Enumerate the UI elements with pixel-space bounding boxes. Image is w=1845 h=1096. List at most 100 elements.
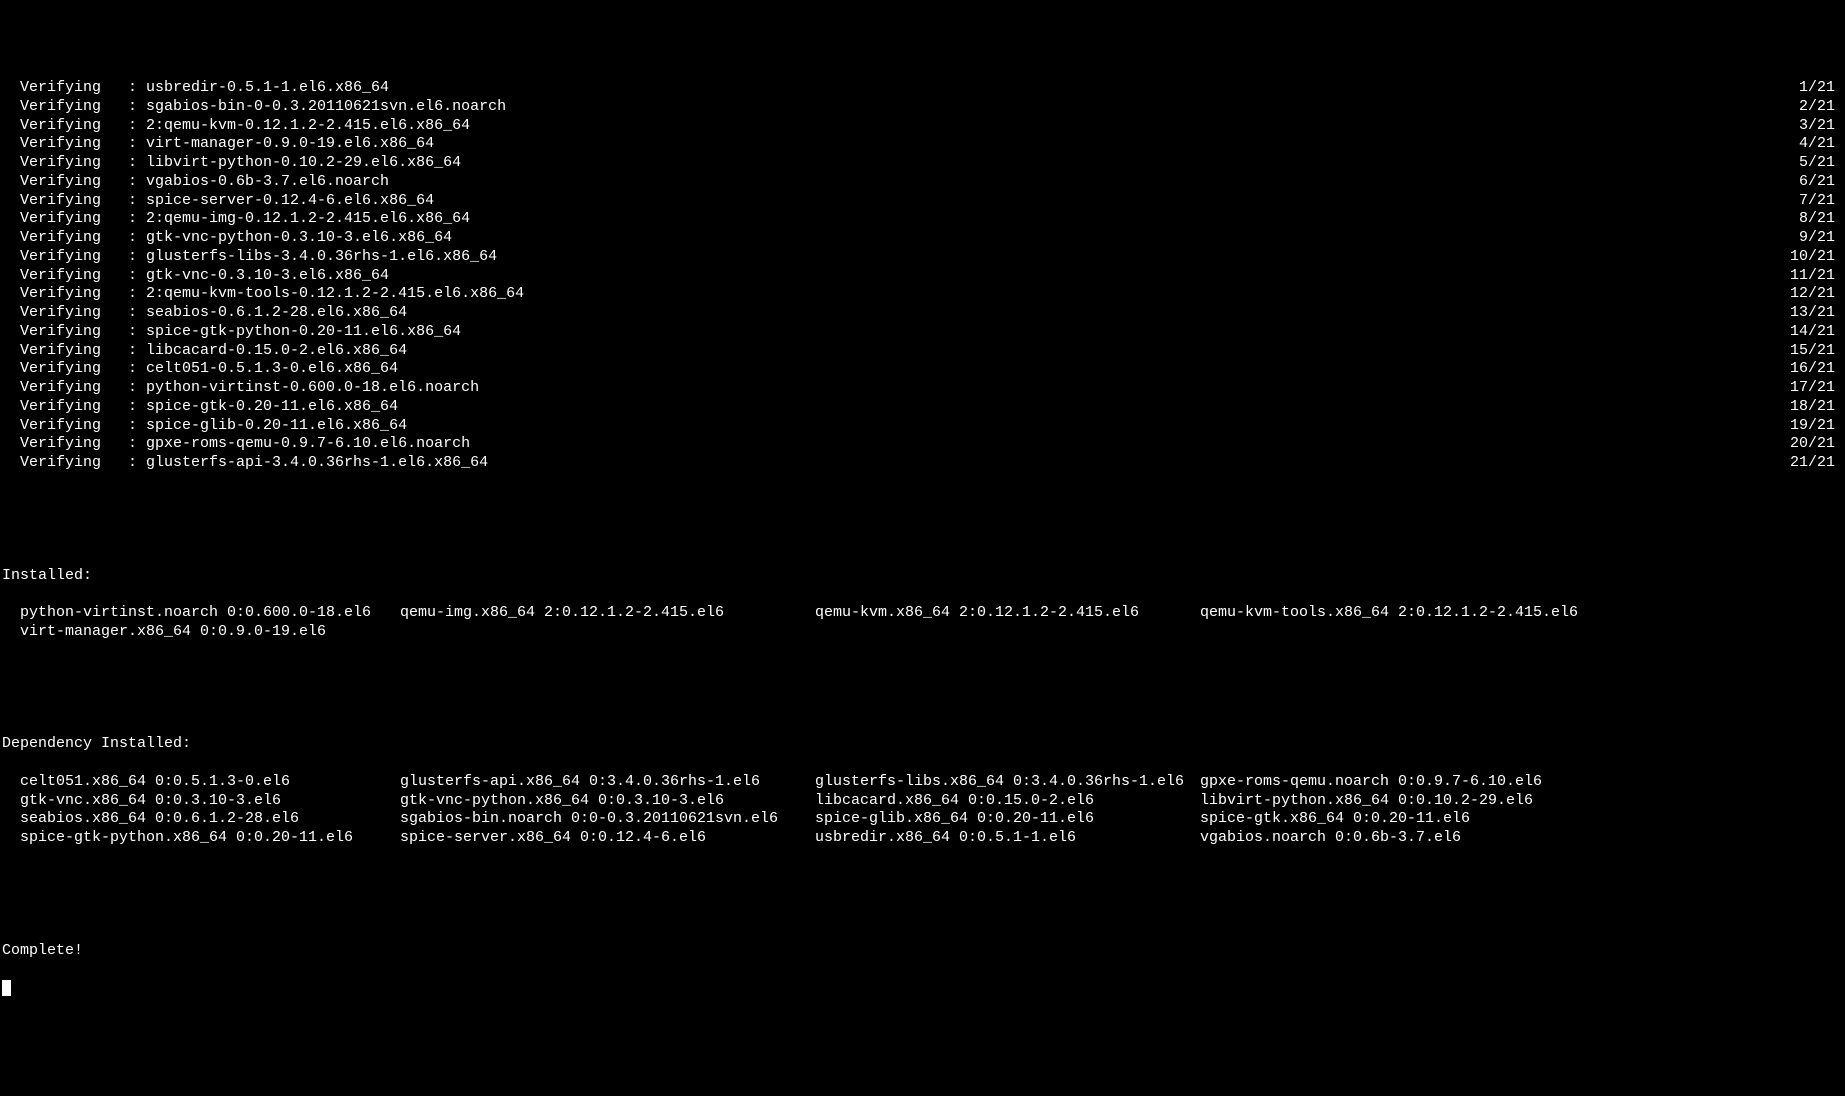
cursor-icon — [2, 980, 11, 996]
verify-line: Verifying : 2:qemu-img-0.12.1.2-2.415.el… — [2, 210, 1843, 229]
installed-row: python-virtinst.noarch 0:0.600.0-18.el6 q… — [2, 604, 1843, 623]
verify-counter: 10/21 — [1790, 248, 1843, 267]
verify-package: Verifying : glusterfs-api-3.4.0.36rhs-1.… — [2, 454, 488, 473]
package-cell: spice-gtk.x86_64 0:0.20-11.el6 — [1182, 810, 1843, 829]
dependency-row: spice-gtk-python.x86_64 0:0.20-11.el6spi… — [2, 829, 1843, 848]
verify-package: Verifying : gtk-vnc-0.3.10-3.el6.x86_64 — [2, 267, 389, 286]
verify-package: Verifying : gtk-vnc-python-0.3.10-3.el6.… — [2, 229, 452, 248]
verify-package: Verifying : celt051-0.5.1.3-0.el6.x86_64 — [2, 360, 398, 379]
package-cell: vgabios.noarch 0:0.6b-3.7.el6 — [1182, 829, 1843, 848]
installed-row: virt-manager.x86_64 0:0.9.0-19.el6 — [2, 623, 1843, 642]
package-cell: usbredir.x86_64 0:0.5.1-1.el6 — [797, 829, 1182, 848]
verify-line: Verifying : vgabios-0.6b-3.7.el6.noarch 6… — [2, 173, 1843, 192]
package-cell: glusterfs-api.x86_64 0:3.4.0.36rhs-1.el6 — [382, 773, 797, 792]
verify-package: Verifying : spice-gtk-python-0.20-11.el6… — [2, 323, 461, 342]
verify-block: Verifying : usbredir-0.5.1-1.el6.x86_64 1… — [2, 79, 1843, 473]
verify-package: Verifying : glusterfs-libs-3.4.0.36rhs-1… — [2, 248, 497, 267]
verify-line: Verifying : python-virtinst-0.600.0-18.e… — [2, 379, 1843, 398]
package-cell: celt051.x86_64 0:0.5.1.3-0.el6 — [2, 773, 382, 792]
verify-counter: 16/21 — [1790, 360, 1843, 379]
verify-package: Verifying : 2:qemu-img-0.12.1.2-2.415.el… — [2, 210, 470, 229]
blank-line — [2, 679, 1843, 698]
package-cell: qemu-kvm-tools.x86_64 2:0.12.1.2-2.415.e… — [1182, 604, 1843, 623]
verify-counter: 6/21 — [1799, 173, 1843, 192]
dependency-row: gtk-vnc.x86_64 0:0.3.10-3.el6gtk-vnc-pyt… — [2, 792, 1843, 811]
package-cell: gpxe-roms-qemu.noarch 0:0.9.7-6.10.el6 — [1182, 773, 1843, 792]
verify-counter: 1/21 — [1799, 79, 1843, 98]
verify-counter: 3/21 — [1799, 117, 1843, 136]
verify-line: Verifying : celt051-0.5.1.3-0.el6.x86_64… — [2, 360, 1843, 379]
verify-line: Verifying : spice-gtk-python-0.20-11.el6… — [2, 323, 1843, 342]
dependency-installed-block: celt051.x86_64 0:0.5.1.3-0.el6glusterfs-… — [2, 773, 1843, 848]
package-cell: seabios.x86_64 0:0.6.1.2-28.el6 — [2, 810, 382, 829]
verify-package: Verifying : libvirt-python-0.10.2-29.el6… — [2, 154, 461, 173]
verify-package: Verifying : gpxe-roms-qemu-0.9.7-6.10.el… — [2, 435, 470, 454]
verify-package: Verifying : vgabios-0.6b-3.7.el6.noarch — [2, 173, 389, 192]
dependency-installed-header: Dependency Installed: — [2, 735, 1843, 754]
verify-counter: 2/21 — [1799, 98, 1843, 117]
verify-line: Verifying : spice-gtk-0.20-11.el6.x86_64… — [2, 398, 1843, 417]
package-cell: gtk-vnc-python.x86_64 0:0.3.10-3.el6 — [382, 792, 797, 811]
verify-counter: 14/21 — [1790, 323, 1843, 342]
verify-counter: 15/21 — [1790, 342, 1843, 361]
package-cell: python-virtinst.noarch 0:0.600.0-18.el6 — [2, 604, 382, 623]
dependency-row: celt051.x86_64 0:0.5.1.3-0.el6glusterfs-… — [2, 773, 1843, 792]
verify-package: Verifying : sgabios-bin-0-0.3.20110621sv… — [2, 98, 506, 117]
package-cell: gtk-vnc.x86_64 0:0.3.10-3.el6 — [2, 792, 382, 811]
package-cell: sgabios-bin.noarch 0:0-0.3.20110621svn.e… — [382, 810, 797, 829]
verify-counter: 20/21 — [1790, 435, 1843, 454]
installed-header: Installed: — [2, 567, 1843, 586]
verify-line: Verifying : virt-manager-0.9.0-19.el6.x8… — [2, 135, 1843, 154]
dependency-row: seabios.x86_64 0:0.6.1.2-28.el6sgabios-b… — [2, 810, 1843, 829]
verify-counter: 19/21 — [1790, 417, 1843, 436]
verify-counter: 13/21 — [1790, 304, 1843, 323]
package-cell — [1182, 623, 1843, 642]
verify-counter: 11/21 — [1790, 267, 1843, 286]
package-cell — [382, 623, 797, 642]
verify-line: Verifying : libcacard-0.15.0-2.el6.x86_6… — [2, 342, 1843, 361]
verify-counter: 21/21 — [1790, 454, 1843, 473]
verify-counter: 17/21 — [1790, 379, 1843, 398]
package-cell: spice-server.x86_64 0:0.12.4-6.el6 — [382, 829, 797, 848]
package-cell: spice-gtk-python.x86_64 0:0.20-11.el6 — [2, 829, 382, 848]
verify-line: Verifying : libvirt-python-0.10.2-29.el6… — [2, 154, 1843, 173]
verify-line: Verifying : glusterfs-api-3.4.0.36rhs-1.… — [2, 454, 1843, 473]
package-cell: libcacard.x86_64 0:0.15.0-2.el6 — [797, 792, 1182, 811]
package-cell: libvirt-python.x86_64 0:0.10.2-29.el6 — [1182, 792, 1843, 811]
verify-package: Verifying : spice-gtk-0.20-11.el6.x86_64 — [2, 398, 398, 417]
verify-package: Verifying : spice-server-0.12.4-6.el6.x8… — [2, 192, 434, 211]
verify-package: Verifying : libcacard-0.15.0-2.el6.x86_6… — [2, 342, 407, 361]
verify-package: Verifying : python-virtinst-0.600.0-18.e… — [2, 379, 479, 398]
package-cell: spice-glib.x86_64 0:0.20-11.el6 — [797, 810, 1182, 829]
prompt-line[interactable] — [2, 979, 1843, 998]
verify-counter: 12/21 — [1790, 285, 1843, 304]
verify-package: Verifying : usbredir-0.5.1-1.el6.x86_64 — [2, 79, 389, 98]
verify-line: Verifying : 2:qemu-kvm-0.12.1.2-2.415.el… — [2, 117, 1843, 136]
verify-line: Verifying : seabios-0.6.1.2-28.el6.x86_6… — [2, 304, 1843, 323]
blank-line — [2, 885, 1843, 904]
verify-counter: 5/21 — [1799, 154, 1843, 173]
verify-line: Verifying : glusterfs-libs-3.4.0.36rhs-1… — [2, 248, 1843, 267]
verify-line: Verifying : gtk-vnc-python-0.3.10-3.el6.… — [2, 229, 1843, 248]
verify-package: Verifying : spice-glib-0.20-11.el6.x86_6… — [2, 417, 407, 436]
verify-package: Verifying : virt-manager-0.9.0-19.el6.x8… — [2, 135, 434, 154]
package-cell — [797, 623, 1182, 642]
blank-line — [2, 510, 1843, 529]
verify-package: Verifying : 2:qemu-kvm-tools-0.12.1.2-2.… — [2, 285, 524, 304]
verify-counter: 8/21 — [1799, 210, 1843, 229]
verify-counter: 7/21 — [1799, 192, 1843, 211]
verify-counter: 9/21 — [1799, 229, 1843, 248]
verify-line: Verifying : spice-glib-0.20-11.el6.x86_6… — [2, 417, 1843, 436]
verify-line: Verifying : spice-server-0.12.4-6.el6.x8… — [2, 192, 1843, 211]
verify-counter: 4/21 — [1799, 135, 1843, 154]
verify-package: Verifying : seabios-0.6.1.2-28.el6.x86_6… — [2, 304, 407, 323]
verify-counter: 18/21 — [1790, 398, 1843, 417]
verify-line: Verifying : sgabios-bin-0-0.3.20110621sv… — [2, 98, 1843, 117]
verify-package: Verifying : 2:qemu-kvm-0.12.1.2-2.415.el… — [2, 117, 470, 136]
package-cell: glusterfs-libs.x86_64 0:3.4.0.36rhs-1.el… — [797, 773, 1182, 792]
verify-line: Verifying : usbredir-0.5.1-1.el6.x86_64 1… — [2, 79, 1843, 98]
complete-message: Complete! — [2, 942, 1843, 961]
package-cell: qemu-kvm.x86_64 2:0.12.1.2-2.415.el6 — [797, 604, 1182, 623]
verify-line: Verifying : gtk-vnc-0.3.10-3.el6.x86_64 1… — [2, 267, 1843, 286]
package-cell: virt-manager.x86_64 0:0.9.0-19.el6 — [2, 623, 382, 642]
